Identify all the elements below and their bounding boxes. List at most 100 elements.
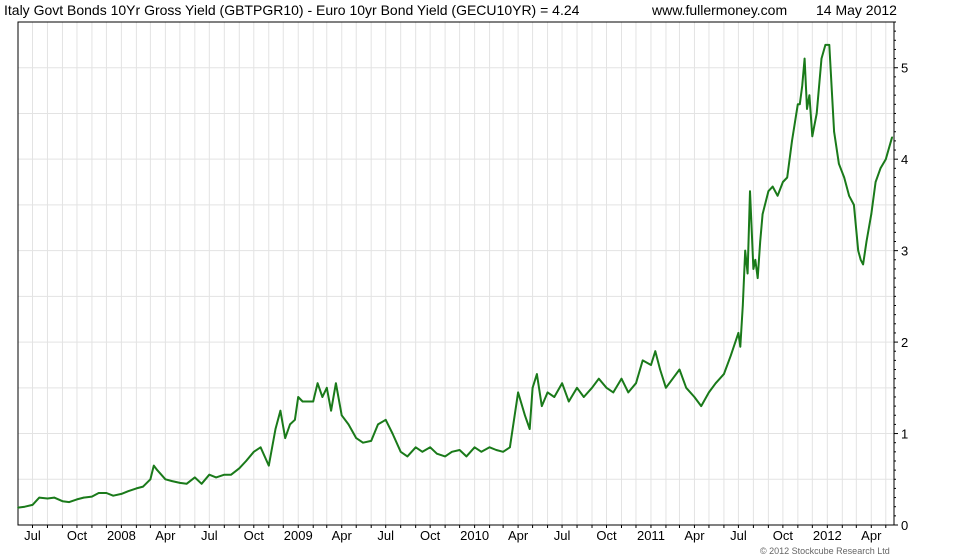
data-point [759,240,761,243]
data-point [451,451,453,453]
data-point [797,103,799,106]
data-point [531,387,534,389]
data-point [215,476,217,479]
data-point [149,478,152,481]
x-tick-label: 2012 [813,528,842,543]
data-point [76,498,78,501]
y-tick-label: 2 [901,335,908,350]
data-point [801,85,803,87]
x-tick-label: Jul [24,528,41,543]
x-tick-label: Apr [861,528,882,543]
data-point [259,446,262,449]
data-point [874,181,877,183]
x-tick-label: 2009 [284,528,313,543]
data-point [223,473,226,476]
x-tick-label: 2011 [637,528,665,543]
data-point [200,483,203,485]
data-point [194,476,196,479]
data-point [153,464,155,467]
copyright-credit: © 2012 Stockcube Research Ltd [760,546,890,556]
data-point [399,451,402,453]
data-point [729,355,732,357]
x-tick-label: Jul [554,528,571,543]
data-point [803,57,806,60]
data-point [853,204,855,206]
data-point [536,373,538,375]
data-point [671,377,674,380]
data-point [654,350,657,353]
data-point [708,391,710,394]
data-point [164,478,167,481]
data-point [377,423,379,426]
x-tick-label: Jul [201,528,218,543]
data-point [891,136,893,138]
x-tick-label: Apr [508,528,529,543]
data-point [859,259,862,261]
data-point [480,451,483,453]
data-point [17,506,19,509]
data-point [811,135,814,138]
data-point [127,490,129,493]
data-point [714,382,717,385]
data-point [362,441,364,444]
data-point [185,483,188,485]
data-point [635,382,637,385]
data-point [828,44,831,46]
data-point [561,382,563,385]
data-point [289,423,291,426]
data-point [238,467,241,470]
data-point [685,387,687,389]
y-tick-label: 5 [901,61,908,76]
data-point [885,158,887,160]
data-point [97,492,100,494]
data-point [799,103,801,106]
data-point [391,432,394,435]
data-point [406,455,409,458]
data-point [340,414,343,417]
data-point [693,396,696,398]
data-point [384,419,387,421]
data-point [335,382,337,385]
data-point [414,446,417,449]
data-point [444,455,446,458]
data-point [848,195,850,197]
data-point [541,405,543,407]
data-point [744,249,746,252]
x-tick-label: 2008 [107,528,136,543]
data-point [82,496,85,499]
data-point [330,409,332,412]
data-point [833,130,835,133]
data-point [879,167,882,170]
y-tick-label: 3 [901,244,908,259]
data-point [865,240,868,243]
data-point [767,190,770,192]
data-point [294,419,296,421]
x-tick-label: Apr [684,528,705,543]
data-point [791,140,793,142]
data-point [820,57,823,60]
data-point [843,176,845,179]
data-point [321,396,324,398]
x-tick-label: Apr [155,528,176,543]
x-tick-label: Oct [67,528,88,543]
data-point [700,405,702,407]
data-point [678,368,681,371]
data-point [253,451,255,453]
data-point [38,496,41,499]
data-point [53,496,55,499]
data-point [135,487,138,490]
data-point [598,377,600,380]
data-point [495,449,498,451]
data-point [517,391,519,394]
data-point [583,396,585,398]
data-point [605,387,608,389]
data-point [156,469,158,471]
data-point [46,497,49,500]
x-tick-label: Oct [420,528,441,543]
data-point [347,423,350,426]
data-point [870,213,873,215]
data-point [179,482,181,484]
data-point [754,259,757,261]
data-point [862,263,864,266]
data-point [815,112,818,115]
